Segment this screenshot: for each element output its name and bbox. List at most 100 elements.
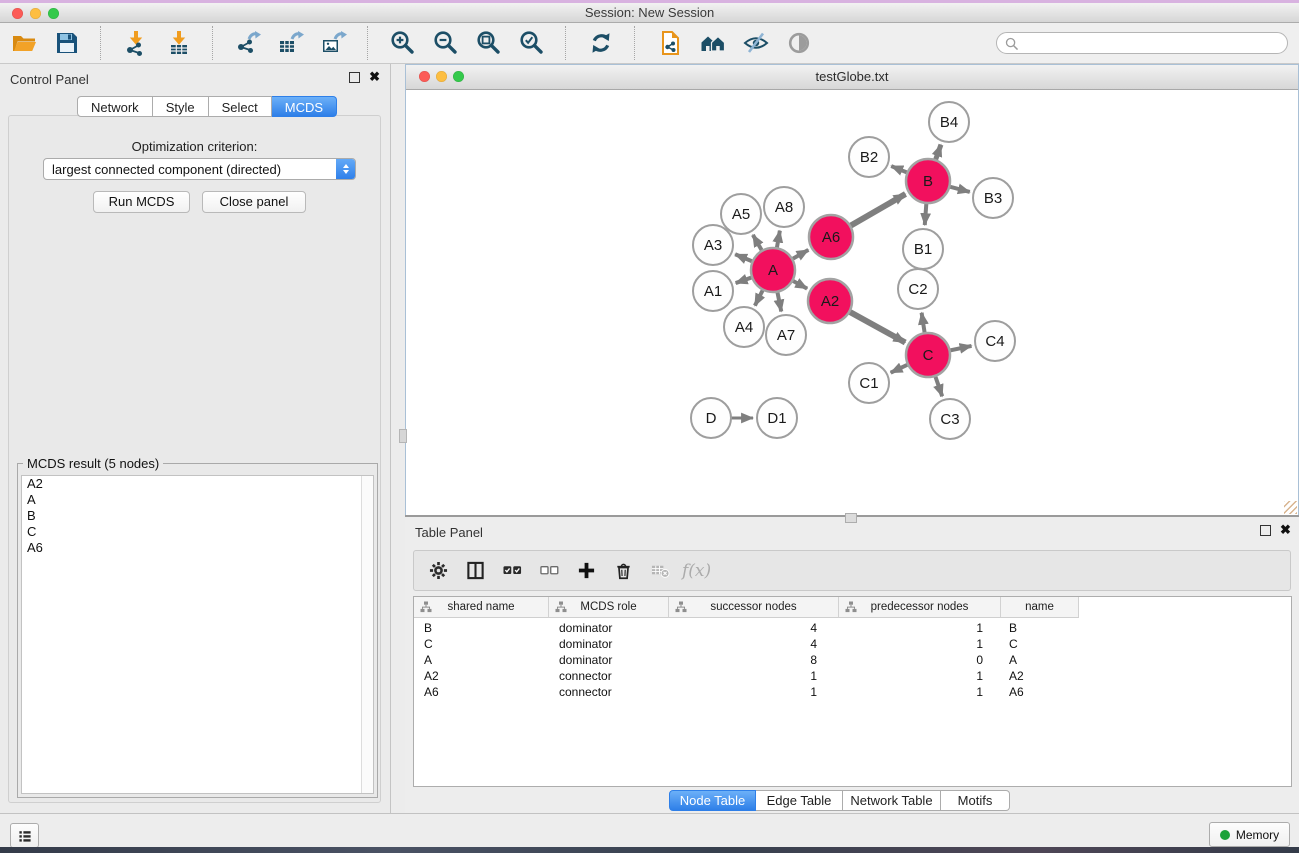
table-row[interactable]: A6connector11A6 bbox=[414, 684, 1291, 700]
close-panel-icon[interactable]: ✖ bbox=[369, 71, 380, 83]
task-history-button[interactable] bbox=[10, 823, 39, 848]
show-panel-button[interactable] bbox=[785, 28, 812, 58]
zoom-out-button[interactable] bbox=[432, 28, 459, 58]
run-mcds-button[interactable]: Run MCDS bbox=[93, 191, 190, 213]
columns-icon bbox=[466, 561, 485, 580]
column-header-successor-nodes[interactable]: successor nodes bbox=[669, 597, 839, 618]
export-image-button[interactable] bbox=[320, 28, 347, 58]
table-row[interactable]: Adominator80A bbox=[414, 652, 1291, 668]
tab-select[interactable]: Select bbox=[209, 96, 272, 117]
delete-row-button[interactable] bbox=[612, 559, 634, 583]
zoom-fit-button[interactable] bbox=[475, 28, 502, 58]
table-cell[interactable]: 4 bbox=[669, 636, 839, 652]
search-box[interactable] bbox=[996, 32, 1288, 54]
export-table-button[interactable] bbox=[277, 28, 304, 58]
network-close-button[interactable] bbox=[419, 71, 430, 82]
memory-button[interactable]: Memory bbox=[1209, 822, 1290, 847]
settings-button[interactable] bbox=[427, 559, 449, 583]
table-cell[interactable]: 1 bbox=[839, 620, 1001, 636]
table-cell[interactable]: 1 bbox=[839, 636, 1001, 652]
network-canvas[interactable]: A5A8A3A1A4A7AA6A2BB2B4B3B1CC2C1C3C4DD1 bbox=[406, 90, 1298, 515]
column-header-name[interactable]: name bbox=[1001, 597, 1079, 618]
table-row[interactable]: A2connector11A2 bbox=[414, 668, 1291, 684]
mcds-result-item[interactable]: A2 bbox=[22, 476, 373, 492]
table-cell[interactable]: 1 bbox=[839, 668, 1001, 684]
refresh-button[interactable] bbox=[587, 28, 614, 58]
table-cell[interactable]: A6 bbox=[414, 684, 549, 700]
scrollbar[interactable] bbox=[361, 476, 373, 793]
table-cell[interactable]: dominator bbox=[549, 652, 669, 668]
mcds-result-item[interactable]: B bbox=[22, 508, 373, 524]
save-button[interactable] bbox=[53, 28, 80, 58]
network-minimize-button[interactable] bbox=[436, 71, 447, 82]
graph-node-label-C1: C1 bbox=[859, 375, 878, 392]
table-cell[interactable]: A bbox=[1001, 652, 1079, 668]
zoom-selected-button[interactable] bbox=[518, 28, 545, 58]
network-maximize-button[interactable] bbox=[453, 71, 464, 82]
graph-node-label-C2: C2 bbox=[908, 281, 927, 298]
table-cell[interactable]: connector bbox=[549, 684, 669, 700]
tab-style[interactable]: Style bbox=[153, 96, 209, 117]
column-header-predecessor-nodes[interactable]: predecessor nodes bbox=[839, 597, 1001, 618]
table-cell[interactable]: A2 bbox=[414, 668, 549, 684]
refresh-icon bbox=[588, 30, 614, 56]
table-cell[interactable]: 8 bbox=[669, 652, 839, 668]
column-header-shared-name[interactable]: shared name bbox=[414, 597, 549, 618]
home-button[interactable] bbox=[699, 28, 726, 58]
table-cell[interactable]: 1 bbox=[669, 668, 839, 684]
function-builder-button[interactable]: f(x) bbox=[682, 561, 711, 581]
table-row[interactable]: Bdominator41B bbox=[414, 620, 1291, 636]
delete-table-button[interactable] bbox=[649, 559, 671, 583]
open-icon bbox=[11, 30, 37, 56]
criterion-select[interactable]: largest connected component (directed) bbox=[43, 158, 356, 180]
export-network-button[interactable] bbox=[234, 28, 261, 58]
table-cell[interactable]: 0 bbox=[839, 652, 1001, 668]
table-cell[interactable]: dominator bbox=[549, 620, 669, 636]
deselect-all-button[interactable] bbox=[538, 559, 560, 583]
table-cell[interactable]: A2 bbox=[1001, 668, 1079, 684]
network-document-button[interactable] bbox=[656, 28, 683, 58]
close-panel-button[interactable]: Close panel bbox=[202, 191, 306, 213]
hide-panel-button[interactable] bbox=[742, 28, 769, 58]
table-cell[interactable]: C bbox=[1001, 636, 1079, 652]
table-cell[interactable]: 1 bbox=[669, 684, 839, 700]
table-tab-node-table[interactable]: Node Table bbox=[669, 790, 756, 811]
divider-grip-vertical[interactable] bbox=[399, 429, 407, 443]
table-cell[interactable]: 4 bbox=[669, 620, 839, 636]
table-cell[interactable]: connector bbox=[549, 668, 669, 684]
table-row[interactable]: Cdominator41C bbox=[414, 636, 1291, 652]
toolbar-separator bbox=[367, 26, 369, 60]
table-tab-network-table[interactable]: Network Table bbox=[843, 790, 941, 811]
table-cell[interactable]: B bbox=[1001, 620, 1079, 636]
mcds-result-item[interactable]: A6 bbox=[22, 540, 373, 556]
tab-mcds[interactable]: MCDS bbox=[272, 96, 337, 117]
columns-button[interactable] bbox=[464, 559, 486, 583]
import-table-button[interactable] bbox=[165, 28, 192, 58]
close-table-panel-icon[interactable]: ✖ bbox=[1280, 524, 1291, 536]
divider-grip[interactable] bbox=[845, 513, 857, 523]
mcds-result-item[interactable]: A bbox=[22, 492, 373, 508]
network-document-icon bbox=[657, 30, 683, 56]
mcds-result-list[interactable]: A2ABCA6 bbox=[21, 475, 374, 794]
network-window-titlebar[interactable]: testGlobe.txt bbox=[406, 65, 1298, 90]
table-cell[interactable]: A bbox=[414, 652, 549, 668]
table-tab-motifs[interactable]: Motifs bbox=[941, 790, 1010, 811]
table-cell[interactable]: C bbox=[414, 636, 549, 652]
open-button[interactable] bbox=[10, 28, 37, 58]
float-table-panel-icon[interactable] bbox=[1260, 525, 1271, 536]
mcds-result-item[interactable]: C bbox=[22, 524, 373, 540]
select-all-button[interactable] bbox=[501, 559, 523, 583]
tab-network[interactable]: Network bbox=[77, 96, 153, 117]
search-input[interactable] bbox=[1023, 35, 1279, 52]
table-tabs: Node TableEdge TableNetwork TableMotifs bbox=[669, 790, 1010, 810]
table-cell[interactable]: 1 bbox=[839, 684, 1001, 700]
zoom-in-button[interactable] bbox=[389, 28, 416, 58]
add-row-button[interactable] bbox=[575, 559, 597, 583]
table-cell[interactable]: dominator bbox=[549, 636, 669, 652]
table-tab-edge-table[interactable]: Edge Table bbox=[756, 790, 843, 811]
table-cell[interactable]: A6 bbox=[1001, 684, 1079, 700]
column-header-MCDS-role[interactable]: MCDS role bbox=[549, 597, 669, 618]
float-panel-icon[interactable] bbox=[349, 72, 360, 83]
table-cell[interactable]: B bbox=[414, 620, 549, 636]
import-network-button[interactable] bbox=[122, 28, 149, 58]
